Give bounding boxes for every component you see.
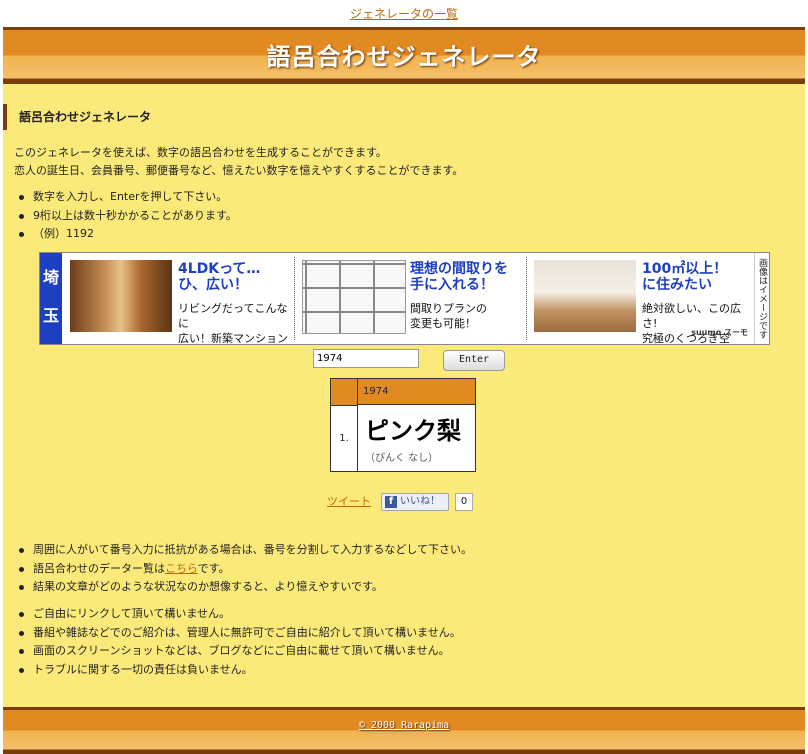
list-item: 結果の文章がどのような状況なのか想像すると、より憶えやすいです。 <box>14 578 472 597</box>
ad-banner[interactable]: 埼 玉 4LDKって… ひ、広い！ リビングだってこんなに 広い！新築マンション… <box>39 252 770 345</box>
ad-headline-line: 4LDKって… <box>178 261 261 277</box>
ad-headline-line: 理想の間取りを <box>410 261 508 277</box>
ad-headline[interactable]: 理想の間取りを 手に入れる！ <box>410 261 508 293</box>
suumo-logo[interactable]: suumo スーモ <box>691 327 748 338</box>
section-heading: 語呂合わせジェネレータ <box>3 104 151 130</box>
list-item: 9桁以上は数十秒かかることがあります。 <box>14 207 237 226</box>
ad-region-char: 埼 <box>42 268 59 287</box>
result-index: 1. <box>331 406 358 471</box>
page-body: 語呂合わせジェネレータ 語呂合わせジェネレータ このジェネレータを使えば、数字の… <box>3 27 805 754</box>
ad-headline-line: に住みたい <box>642 277 712 293</box>
ad-photo[interactable] <box>534 260 636 332</box>
instructions-list: 数字を入力し、Enterを押して下さい。 9桁以上は数十秒かかることがあります。… <box>14 188 237 244</box>
top-nav: ジェネレータの一覧 <box>0 3 808 22</box>
generator-list-link[interactable]: ジェネレータの一覧 <box>350 7 458 21</box>
ad-photo[interactable] <box>70 260 172 332</box>
ad-item-3[interactable]: 100㎡以上！ に住みたい 絶対欲しい、この広さ! 究極のくつろぎ空間。 suu… <box>530 257 750 344</box>
list-item: 画面のスクリーンショットなどは、ブログなどにご自由に載せて頂いて構いません。 <box>14 642 461 661</box>
site-title: 語呂合わせジェネレータ <box>266 42 542 71</box>
ad-region-label[interactable]: 埼 玉 <box>40 253 62 344</box>
number-input[interactable] <box>313 349 419 368</box>
list-item: （例）1192 <box>14 225 237 244</box>
data-list-link[interactable]: こちら <box>165 562 198 575</box>
result-reading: （ぴんく なし） <box>365 453 439 464</box>
result-table: 1974 1. ピンク梨 （ぴんく なし） <box>330 378 476 472</box>
ad-headline[interactable]: 4LDKって… ひ、広い！ <box>178 261 260 293</box>
list-item: ご自由にリンクして頂いて構いません。 <box>14 605 461 624</box>
result-word: ピンク梨 <box>365 417 461 445</box>
header-bar: 語呂合わせジェネレータ <box>3 27 805 84</box>
list-item: 数字を入力し、Enterを押して下さい。 <box>14 188 237 207</box>
note-text: です。 <box>197 561 230 575</box>
like-label: いいね！ <box>400 496 440 507</box>
intro-line: 恋人の誕生日、会員番号、郵便番号など、憶えたい数字を憶えやすくすることができます… <box>14 164 464 177</box>
enter-button[interactable]: Enter <box>443 350 505 371</box>
ad-text-line: 広い！新築マンション <box>178 332 288 345</box>
facebook-like-button[interactable]: f いいね！ <box>381 493 449 511</box>
ad-headline-line: 100㎡以上！ <box>642 261 728 277</box>
facebook-icon: f <box>385 496 397 508</box>
ad-text: 間取りプランの 変更も可能！ <box>410 301 487 331</box>
footer-copyright[interactable]: © 2000 Rarapima <box>3 720 805 731</box>
footer-bar: © 2000 Rarapima <box>3 707 805 754</box>
terms-list: ご自由にリンクして頂いて構いません。 番組や雑誌などでのご紹介は、管理人に無許可… <box>14 605 461 679</box>
list-item: 周囲に人がいて番号入力に抵抗がある場合は、番号を分割して入力するなどして下さい。 <box>14 541 472 560</box>
ad-text-line: 変更も可能！ <box>410 317 476 330</box>
ad-text: リビングだってこんなに 広い！新築マンション <box>178 301 294 345</box>
tweet-button[interactable]: ツイート <box>327 493 371 511</box>
like-count: 0 <box>455 493 473 511</box>
note-text: 語呂合わせのデーター覧は <box>33 561 165 575</box>
result-header-number: 1974 <box>358 379 475 405</box>
ad-headline[interactable]: 100㎡以上！ に住みたい <box>642 261 727 293</box>
ad-info[interactable]: 画像はイメージです <box>754 253 769 344</box>
ad-item-1[interactable]: 4LDKって… ひ、広い！ リビングだってこんなに 広い！新築マンション <box>66 257 295 344</box>
ad-text-line: 間取りプランの <box>410 302 487 315</box>
list-item: 番組や雑誌などでのご紹介は、管理人に無許可でご自由に紹介して頂いて構いません。 <box>14 624 461 643</box>
ad-info-note: 画像はイメージです <box>757 258 767 339</box>
notes-list: 周囲に人がいて番号入力に抵抗がある場合は、番号を分割して入力するなどして下さい。… <box>14 541 472 597</box>
intro-line: このジェネレータを使えば、数字の語呂合わせを生成することができます。 <box>14 146 387 159</box>
ad-text: 絶対欲しい、この広さ! 究極のくつろぎ空間。 <box>642 301 750 344</box>
ad-headline-line: 手に入れる！ <box>410 277 494 293</box>
ad-text-line: リビングだってこんなに <box>178 302 288 330</box>
ad-item-2[interactable]: 理想の間取りを 手に入れる！ 間取りプランの 変更も可能！ <box>298 257 527 340</box>
ad-region-char: 玉 <box>42 306 59 325</box>
list-item: トラブルに関する一切の責任は負いません。 <box>14 661 461 680</box>
list-item: 語呂合わせのデーター覧はこちらです。 <box>14 560 472 579</box>
ad-headline-line: ひ、広い！ <box>178 277 248 293</box>
ad-floorplan[interactable] <box>302 260 406 334</box>
intro-text: このジェネレータを使えば、数字の語呂合わせを生成することができます。 恋人の誕生… <box>14 144 463 180</box>
result-header-index <box>331 379 358 406</box>
